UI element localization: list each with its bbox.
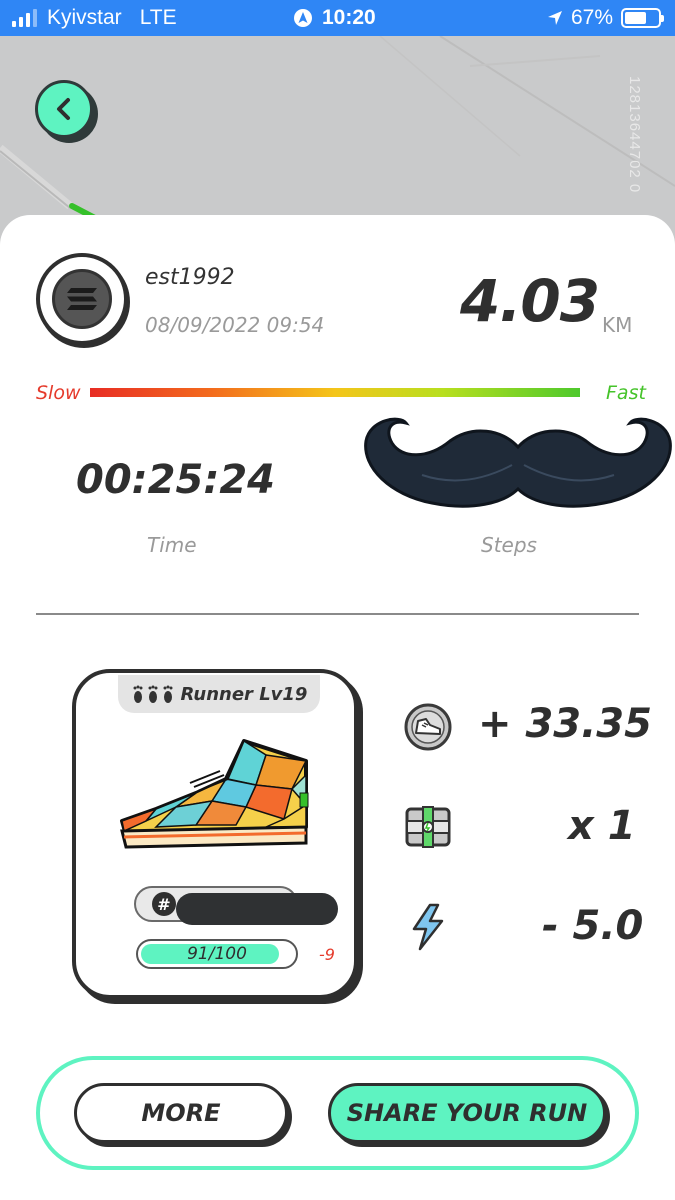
- battery-fill: [625, 12, 647, 24]
- sneaker-level-label: Runner Lv19: [180, 683, 308, 705]
- carrier-name: Kyivstar: [47, 6, 122, 29]
- sneaker-image: [120, 739, 309, 849]
- map-watermark-id: 12813644702 0: [626, 76, 643, 194]
- speed-fast-label: Fast: [606, 382, 646, 404]
- sneaker-coin-icon: [404, 703, 452, 751]
- more-button[interactable]: MORE: [74, 1083, 288, 1143]
- share-run-button[interactable]: SHARE YOUR RUN: [328, 1083, 606, 1143]
- mystery-box-count: x 1: [568, 803, 636, 849]
- action-panel: MORE SHARE YOUR RUN: [36, 1056, 639, 1170]
- navigation-active-icon: [294, 9, 312, 27]
- distance-value: 4.03: [460, 267, 600, 335]
- steps-label: Steps: [481, 533, 537, 557]
- divider: [36, 613, 639, 615]
- speed-gradient-bar: [90, 388, 580, 397]
- energy-spent-value: - 5.0: [542, 903, 644, 949]
- status-left: Kyivstar LTE: [12, 6, 177, 30]
- clock: 10:20: [322, 6, 376, 29]
- durability-delta: -9: [319, 945, 335, 964]
- run-datetime: 08/09/2022 09:54: [145, 313, 325, 337]
- status-right: 67%: [547, 6, 664, 30]
- time-label: Time: [147, 533, 197, 557]
- mustache-sticker-icon: [364, 417, 672, 508]
- durability-text: 91/100: [187, 944, 247, 964]
- time-value: 00:25:24: [76, 457, 275, 503]
- speed-slow-label: Slow: [36, 382, 81, 404]
- distance-unit: KM: [602, 313, 633, 337]
- mystery-box-icon: [405, 806, 451, 848]
- chevron-left-icon: [57, 98, 70, 120]
- avatar[interactable]: [36, 253, 128, 345]
- footprints-icon: [131, 684, 177, 704]
- username: est1992: [145, 265, 235, 290]
- sneaker-id-redacted: [176, 893, 338, 925]
- network-type: LTE: [139, 6, 177, 29]
- status-center: 10:20: [294, 6, 376, 30]
- status-bar: Kyivstar LTE 10:20 67%: [0, 0, 675, 36]
- battery-percent: 67%: [570, 6, 613, 29]
- sneaker-id-hash: #: [152, 892, 176, 916]
- solana-logo-icon: [52, 269, 112, 329]
- gst-earned-value: + 33.35: [478, 701, 652, 747]
- sneaker-card[interactable]: Runner Lv19 # 91/100 -9: [72, 669, 358, 999]
- run-summary-card: est1992 08/09/2022 09:54 4.03 KM Slow Fa…: [0, 215, 675, 1200]
- location-arrow-icon: [547, 11, 562, 25]
- lightning-icon: [412, 903, 444, 951]
- battery-icon: [621, 8, 664, 28]
- back-button[interactable]: [35, 80, 93, 138]
- sneaker-level-tag: Runner Lv19: [118, 675, 320, 713]
- signal-icon: [12, 9, 37, 27]
